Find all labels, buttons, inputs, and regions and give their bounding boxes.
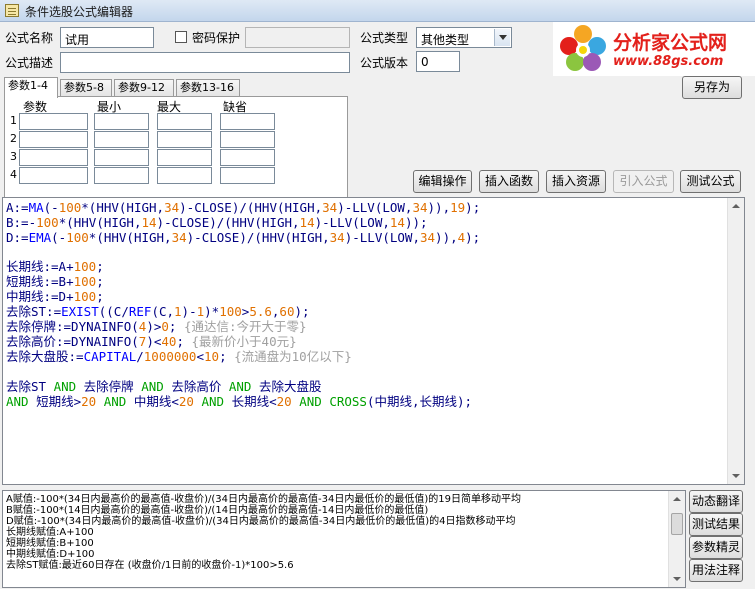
app-icon	[5, 4, 19, 17]
code-line-exclude-large-cap: 去除大盘股:=CAPITAL/1000000<10; {流通盘为10亿以下}	[6, 349, 352, 364]
param-row-number: 1	[10, 114, 17, 127]
param-1-min-input[interactable]	[94, 113, 149, 130]
formula-type-value: 其他类型	[421, 33, 470, 47]
code-line-condition-1: 去除ST AND 去除停牌 AND 去除高价 AND 去除大盘股	[6, 379, 322, 394]
output-line: D赋值:-100*(34日内最高价的最高值-收盘价)/(34日内最高价的最高值-…	[6, 516, 516, 527]
edit-ops-button[interactable]: 编辑操作	[413, 170, 472, 193]
param-2-name-input[interactable]	[19, 131, 88, 148]
code-line-long: 长期线:=A+100;	[6, 259, 104, 274]
password-label: 密码保护	[192, 31, 241, 45]
scroll-down-icon[interactable]	[669, 570, 685, 587]
scroll-up-icon[interactable]	[669, 491, 685, 508]
code-line-mid: 中期线:=D+100;	[6, 289, 104, 304]
param-tune-button[interactable]: 参数精灵	[689, 536, 743, 559]
formula-version-label: 公式版本	[360, 56, 409, 70]
formula-desc-label: 公式描述	[5, 56, 54, 70]
test-result-button[interactable]: 测试结果	[689, 513, 743, 536]
import-formula-button[interactable]: 引入公式	[613, 170, 674, 193]
tab-params-1-4[interactable]: 参数1-4	[4, 77, 58, 98]
code-line-short: 短期线:=B+100;	[6, 274, 104, 289]
chevron-down-icon	[494, 29, 510, 46]
formula-editor[interactable]: A:=MA(-100*(HHV(HIGH,34)-CLOSE)/(HHV(HIG…	[2, 197, 745, 485]
test-formula-button[interactable]: 测试公式	[680, 170, 741, 193]
param-4-max-input[interactable]	[157, 167, 212, 184]
formula-type-select[interactable]: 其他类型	[416, 27, 512, 48]
dynamic-translate-button[interactable]: 动态翻译	[689, 490, 743, 513]
output-scrollbar[interactable]	[668, 491, 685, 587]
tab-params-5-8[interactable]: 参数5-8	[60, 79, 112, 97]
save-as-button[interactable]: 另存为	[682, 76, 742, 99]
logo-title: 分析家公式网	[613, 32, 728, 54]
editor-scrollbar[interactable]	[727, 198, 744, 484]
insert-resource-button[interactable]: 插入资源	[546, 170, 606, 193]
output-line: 长期线赋值:A+100	[6, 527, 94, 538]
param-row-number: 4	[10, 168, 17, 181]
code-line-condition-2: AND 短期线>20 AND 中期线<20 AND 长期线<20 AND CRO…	[6, 394, 473, 409]
param-1-default-input[interactable]	[220, 113, 275, 130]
param-3-min-input[interactable]	[94, 149, 149, 166]
output-line: 中期线赋值:D+100	[6, 549, 95, 560]
param-2-max-input[interactable]	[157, 131, 212, 148]
logo-url: www.88gs.com	[613, 54, 724, 69]
param-4-min-input[interactable]	[94, 167, 149, 184]
tab-params-13-16[interactable]: 参数13-16	[176, 79, 240, 97]
scroll-up-icon[interactable]	[728, 198, 744, 215]
formula-name-input[interactable]: 试用	[60, 27, 154, 48]
code-line-exclude-st: 去除ST:=EXIST((C/REF(C,1)-1)*100>5.6,60);	[6, 304, 310, 319]
formula-type-label: 公式类型	[360, 31, 409, 45]
translation-output[interactable]: A赋值:-100*(34日内最高价的最高值-收盘价)/(34日内最高价的最高值-…	[2, 490, 686, 588]
tab-params-9-12[interactable]: 参数9-12	[114, 79, 174, 97]
param-4-name-input[interactable]	[19, 167, 88, 184]
code-line-b: B:=-100*(HHV(HIGH,14)-CLOSE)/(HHV(HIGH,1…	[6, 215, 428, 230]
output-line: A赋值:-100*(34日内最高价的最高值-收盘价)/(34日内最高价的最高值-…	[6, 494, 521, 505]
usage-note-button[interactable]: 用法注释	[689, 559, 743, 582]
editor-dialog: 公式名称 试用 密码保护 公式类型 其他类型 公式描述 公式版本 0 确 定 取…	[0, 22, 755, 589]
title-bar: 条件选股公式编辑器	[0, 0, 755, 22]
site-logo: 分析家公式网 www.88gs.com	[553, 22, 755, 76]
output-line: B赋值:-100*(14日内最高价的最高值-收盘价)/(14日内最高价的最高值-…	[6, 505, 429, 516]
code-line-exclude-high-price: 去除高价:=DYNAINFO(7)<40; {最新价小于40元}	[6, 334, 297, 349]
param-4-default-input[interactable]	[220, 167, 275, 184]
scroll-down-icon[interactable]	[728, 467, 744, 484]
password-input[interactable]	[245, 27, 350, 48]
output-line: 去除ST赋值:最近60日存在 (收盘价/1日前的收盘价-1)*100>5.6	[6, 560, 294, 571]
code-line-a: A:=MA(-100*(HHV(HIGH,34)-CLOSE)/(HHV(HIG…	[6, 200, 481, 215]
param-2-default-input[interactable]	[220, 131, 275, 148]
param-1-name-input[interactable]	[19, 113, 88, 130]
formula-desc-input[interactable]	[60, 52, 350, 73]
param-row-number: 2	[10, 132, 17, 145]
param-row-number: 3	[10, 150, 17, 163]
code-line-exclude-halt: 去除停牌:=DYNAINFO(4)>0; {通达信:今开大于零}	[6, 319, 307, 334]
param-3-max-input[interactable]	[157, 149, 212, 166]
flower-logo-icon	[560, 25, 606, 71]
param-2-min-input[interactable]	[94, 131, 149, 148]
formula-version-input[interactable]: 0	[416, 51, 460, 72]
password-checkbox[interactable]	[175, 31, 187, 43]
scroll-thumb[interactable]	[671, 513, 683, 535]
output-line: 短期线赋值:B+100	[6, 538, 94, 549]
param-panel: 参数 最小 最大 缺省 1 2 3 4	[4, 96, 348, 208]
param-1-max-input[interactable]	[157, 113, 212, 130]
window-title: 条件选股公式编辑器	[25, 5, 134, 19]
code-line-d: D:=EMA(-100*(HHV(HIGH,34)-CLOSE)/(HHV(HI…	[6, 230, 481, 245]
formula-name-label: 公式名称	[5, 31, 54, 45]
param-3-default-input[interactable]	[220, 149, 275, 166]
insert-function-button[interactable]: 插入函数	[479, 170, 539, 193]
param-3-name-input[interactable]	[19, 149, 88, 166]
